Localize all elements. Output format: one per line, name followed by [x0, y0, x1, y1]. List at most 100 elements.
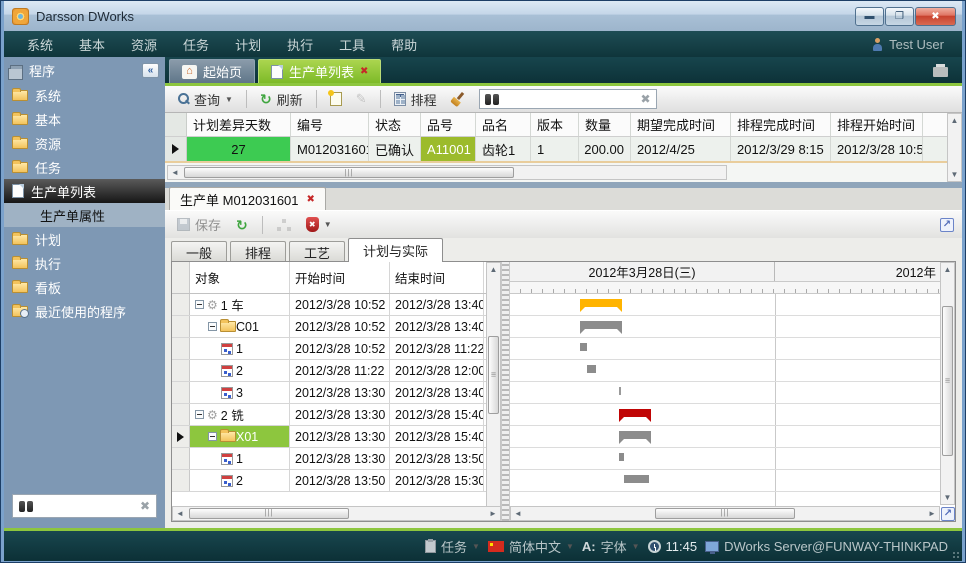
gantt-vertical-scrollbar[interactable]: ▲ ▼: [940, 262, 955, 505]
gantt-bar[interactable]: [580, 299, 622, 307]
chevron-down-icon[interactable]: ▼: [472, 542, 480, 551]
menu-item[interactable]: 资源: [118, 35, 170, 54]
grid-cell[interactable]: 2012/4/25: [631, 137, 731, 161]
sidebar-item[interactable]: 系统: [4, 83, 165, 107]
gantt-bar[interactable]: [624, 475, 649, 483]
validate-button[interactable]: ✖ ▼: [302, 215, 336, 234]
grid-cell[interactable]: 1: [531, 137, 579, 161]
grid-header-cell[interactable]: 排程开始时间: [831, 113, 923, 136]
tree-row[interactable]: X012012/3/28 13:302012/3/28 15:40: [172, 426, 486, 448]
grid-header-cell[interactable]: 数量: [579, 113, 631, 136]
grid-cell[interactable]: 已确认: [369, 137, 421, 161]
refresh-button[interactable]: ↻ 刷新: [256, 88, 307, 111]
tree-object-cell[interactable]: X01: [190, 426, 290, 447]
gantt-bar[interactable]: [619, 387, 621, 395]
save-button[interactable]: 保存: [173, 213, 225, 236]
tree-header-cell[interactable]: 开始时间: [290, 262, 390, 293]
tree-row[interactable]: 32012/3/28 13:302012/3/28 13:40: [172, 382, 486, 404]
scroll-left-icon[interactable]: ◄: [511, 507, 525, 520]
sidebar-item[interactable]: 基本: [4, 107, 165, 131]
sidebar-item[interactable]: 任务: [4, 155, 165, 179]
sidebar-search-input[interactable]: [39, 499, 134, 513]
tree-row[interactable]: 22012/3/28 13:502012/3/28 15:30: [172, 470, 486, 492]
gantt-bar[interactable]: [619, 409, 651, 417]
grid-search-box[interactable]: ✖: [479, 89, 657, 109]
subtab-item[interactable]: 工艺: [289, 241, 345, 262]
tree-header-cell[interactable]: 结束时间: [390, 262, 484, 293]
tree-row[interactable]: ⚙1 车2012/3/28 10:522012/3/28 13:40: [172, 294, 486, 316]
gantt-bar[interactable]: [619, 453, 624, 461]
grid-horizontal-scrollbar[interactable]: ◄: [167, 165, 727, 180]
tree-object-cell[interactable]: ⚙1 车: [190, 294, 290, 315]
scroll-down-icon[interactable]: ▼: [941, 491, 954, 504]
popout-icon[interactable]: ↗: [941, 507, 955, 521]
menu-item[interactable]: 执行: [274, 35, 326, 54]
status-font-selector[interactable]: A: 字体 ▼: [582, 537, 640, 556]
tree-vertical-scrollbar[interactable]: ▲ ▼: [486, 262, 501, 521]
tree-row[interactable]: 12012/3/28 13:302012/3/28 13:50: [172, 448, 486, 470]
maximize-button[interactable]: ❐: [885, 7, 914, 26]
grid-vertical-scrollbar[interactable]: ▲ ▼: [947, 113, 962, 182]
resize-grip[interactable]: [952, 551, 960, 559]
schedule-button[interactable]: 排程: [390, 88, 441, 111]
scroll-right-icon[interactable]: ►: [486, 507, 500, 520]
tree-object-cell[interactable]: 1: [190, 338, 290, 359]
new-button[interactable]: [326, 90, 346, 108]
splitter-handle[interactable]: [502, 262, 510, 521]
scroll-up-icon[interactable]: ▲: [941, 263, 954, 276]
grid-header-cell[interactable]: 排程完成时间: [731, 113, 831, 136]
expand-collapse-icon[interactable]: [195, 410, 204, 419]
sidebar-collapse-button[interactable]: «: [142, 63, 159, 78]
grid-header-cell[interactable]: 计划差异天数: [187, 113, 291, 136]
subtab-item[interactable]: 排程: [230, 241, 286, 262]
scroll-up-icon[interactable]: ▲: [487, 263, 500, 276]
gantt-horizontal-scrollbar[interactable]: ◄ ►: [510, 506, 940, 521]
popout-icon[interactable]: ↗: [940, 218, 954, 232]
sidebar-item[interactable]: 资源: [4, 131, 165, 155]
query-dropdown-icon[interactable]: ▼: [225, 95, 233, 104]
detail-refresh-button[interactable]: ↻: [232, 217, 252, 233]
grid-header-cell[interactable]: 品名: [476, 113, 531, 136]
status-language-selector[interactable]: 简体中文 ▼: [488, 537, 574, 556]
scroll-right-icon[interactable]: ►: [925, 507, 939, 520]
gantt-bar[interactable]: [580, 343, 587, 351]
grid-cell[interactable]: M012031601: [291, 137, 369, 161]
sidebar-item[interactable]: 看板: [4, 275, 165, 299]
sidebar-item[interactable]: 计划: [4, 227, 165, 251]
tree-horizontal-scrollbar[interactable]: ◄ ►: [172, 506, 501, 521]
grid-cell[interactable]: 齿轮1: [476, 137, 531, 161]
tree-object-cell[interactable]: ⚙2 铣: [190, 404, 290, 425]
minimize-button[interactable]: ▬: [855, 7, 884, 26]
hierarchy-button[interactable]: [273, 217, 295, 233]
scroll-down-icon[interactable]: ▼: [948, 168, 961, 181]
sidebar-search-box[interactable]: ✖: [12, 494, 157, 518]
menu-item[interactable]: 计划: [222, 35, 274, 54]
tree-object-cell[interactable]: 2: [190, 470, 290, 491]
sidebar-item[interactable]: 执行: [4, 251, 165, 275]
tree-row[interactable]: C012012/3/28 10:522012/3/28 13:40: [172, 316, 486, 338]
scroll-left-icon[interactable]: ◄: [173, 507, 187, 520]
tree-row[interactable]: 22012/3/28 11:222012/3/28 12:00: [172, 360, 486, 382]
detail-tab-production-order[interactable]: 生产单 M012031601 ✖: [169, 187, 326, 210]
scroll-left-icon[interactable]: ◄: [168, 166, 182, 179]
grid-cell[interactable]: 200.00: [579, 137, 631, 161]
grid-header-cell[interactable]: 状态: [369, 113, 421, 136]
detail-tab-close-icon[interactable]: ✖: [307, 194, 315, 205]
clear-search-icon[interactable]: ✖: [641, 92, 651, 106]
subtab-item[interactable]: 一般: [171, 241, 227, 262]
grid-cell[interactable]: A11001: [421, 137, 476, 161]
tree-object-cell[interactable]: 3: [190, 382, 290, 403]
expand-collapse-icon[interactable]: [208, 432, 217, 441]
sidebar-item[interactable]: 生产单列表: [4, 179, 165, 203]
grid-cell[interactable]: 2012/3/28 10:52: [831, 137, 923, 161]
tab-production-order-list[interactable]: 生产单列表 ✖: [258, 59, 381, 83]
menu-item[interactable]: 基本: [66, 35, 118, 54]
status-task-selector[interactable]: 任务 ▼: [425, 537, 480, 556]
menu-item[interactable]: 帮助: [378, 35, 430, 54]
tree-object-cell[interactable]: 2: [190, 360, 290, 381]
tree-row[interactable]: 12012/3/28 10:522012/3/28 11:22: [172, 338, 486, 360]
validate-dropdown-icon[interactable]: ▼: [324, 220, 332, 229]
grid-header-cell[interactable]: 编号: [291, 113, 369, 136]
gantt-bar[interactable]: [587, 365, 596, 373]
menu-item[interactable]: 系统: [14, 35, 66, 54]
